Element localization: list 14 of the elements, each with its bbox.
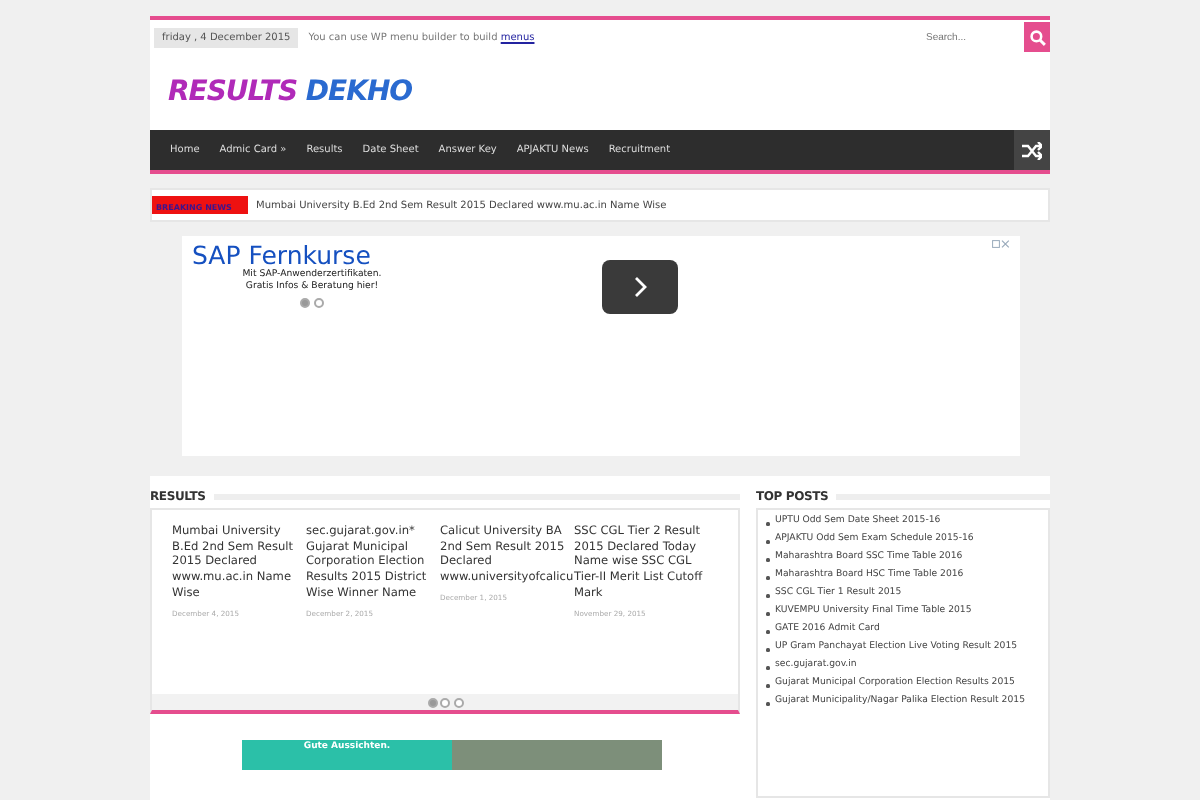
random-button[interactable] (1014, 130, 1050, 170)
carousel-dot[interactable] (427, 697, 437, 707)
carousel-dot[interactable] (453, 697, 463, 707)
chevron-right-icon (633, 276, 647, 298)
next-button[interactable] (602, 260, 678, 314)
ad-title: SAP Fernkurse (192, 240, 371, 270)
search-icon (1029, 29, 1045, 45)
shuffle-icon (1022, 141, 1042, 159)
carousel-dot[interactable] (300, 298, 310, 308)
carousel-dot[interactable] (314, 298, 324, 308)
site-logo[interactable]: RESULTS DEKHO (168, 76, 413, 108)
carousel-dot[interactable] (440, 697, 450, 707)
ad-close-icon[interactable] (992, 240, 1010, 248)
search-button[interactable] (1024, 22, 1050, 52)
